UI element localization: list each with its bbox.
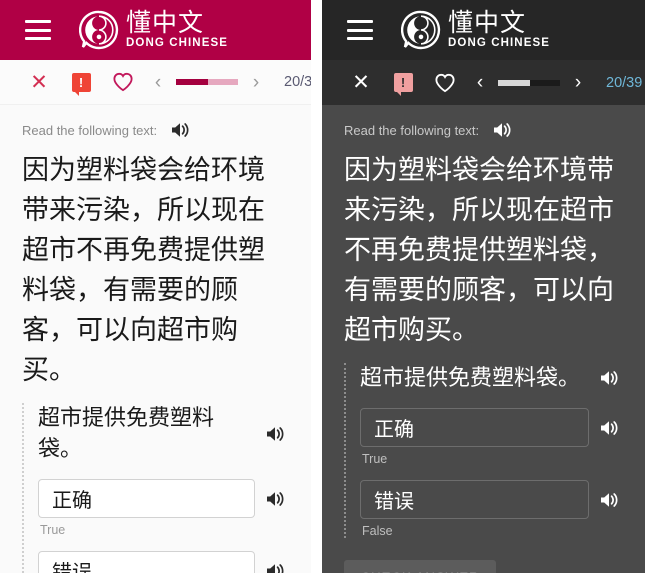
brand-logo-group[interactable]: 懂中文 DONG CHINESE [79, 10, 228, 50]
dual-theme-comparison: 懂中文 DONG CHINESE ✕ ! ‹ › 20/3 Read the f… [0, 0, 645, 573]
speaker-icon-option-false[interactable] [265, 562, 285, 573]
answer-option-false-button[interactable]: 错误 [360, 480, 589, 519]
answer-option-false-button[interactable]: 错误 [38, 551, 255, 573]
hamburger-menu-icon[interactable] [25, 20, 51, 40]
answer-option-true-button[interactable]: 正确 [38, 479, 255, 519]
close-icon: ✕ [30, 70, 48, 94]
close-button[interactable]: ✕ [340, 60, 382, 105]
speaker-icon-question[interactable] [599, 369, 619, 387]
heart-icon [113, 72, 133, 92]
brand-name-en: DONG CHINESE [448, 37, 551, 50]
app-header-dark: 懂中文 DONG CHINESE [322, 0, 645, 60]
close-button[interactable]: ✕ [18, 60, 60, 105]
answer-option-true-button[interactable]: 正确 [360, 408, 589, 447]
report-bubble-icon: ! [71, 72, 91, 96]
prompt-label: Read the following text: [22, 122, 158, 138]
favorite-button[interactable] [102, 60, 144, 105]
answer-option-false-label: 错误 [374, 489, 414, 513]
yin-yang-speech-bubble-icon [401, 10, 441, 50]
question-text: 超市提供免费塑料袋。 [360, 365, 581, 391]
progress-track [207, 79, 238, 85]
exercise-body-dark: Read the following text: 因为塑料袋会给环境带来污染，所… [322, 105, 645, 573]
speaker-icon-question[interactable] [265, 425, 285, 443]
prompt-row: Read the following text: [322, 105, 645, 139]
speaker-icon-option-false[interactable] [599, 491, 619, 509]
answer-option-true: 正确 True [360, 408, 645, 466]
question-block: 超市提供免费塑料袋。 正确 [344, 362, 645, 538]
next-question-button[interactable]: › [564, 73, 592, 92]
answer-option-false-translation: False [362, 524, 393, 538]
prompt-row: Read the following text: [0, 105, 311, 139]
question-counter: 20/39 [284, 74, 311, 90]
question-counter: 20/39 [606, 74, 643, 91]
report-issue-button[interactable]: ! [382, 60, 424, 105]
progress-bar[interactable] [176, 79, 238, 85]
favorite-button[interactable] [424, 60, 466, 105]
answer-option-true-label: 正确 [374, 417, 414, 441]
dark-theme-panel: 懂中文 DONG CHINESE ✕ ! ‹ › 20/39 Read the … [322, 0, 645, 573]
answer-option-false: 错误 False [360, 480, 645, 538]
report-bubble-icon: ! [393, 73, 413, 96]
speaker-icon-passage[interactable] [492, 121, 512, 139]
answer-option-false-label: 错误 [52, 560, 92, 573]
app-header-light: 懂中文 DONG CHINESE [0, 0, 311, 60]
answer-option-true-label: 正确 [52, 488, 92, 513]
exercise-toolbar-dark: ✕ ! ‹ › 20/39 [322, 60, 645, 105]
passage-text: 因为塑料袋会给环境带来污染，所以现在超市不再免费提供塑料袋，有需要的顾客，可以向… [344, 155, 614, 346]
yin-yang-speech-bubble-icon [79, 10, 119, 50]
brand-name-cn: 懂中文 [448, 8, 527, 38]
next-question-button[interactable]: › [242, 73, 270, 92]
brand-name-cn: 懂中文 [126, 8, 205, 38]
report-issue-button[interactable]: ! [60, 60, 102, 105]
passage-text: 因为塑料袋会给环境带来污染，所以现在超市不再免费提供塑料袋，有需要的顾客，可以向… [22, 155, 265, 386]
brand-logo-group[interactable]: 懂中文 DONG CHINESE [401, 10, 550, 50]
question-row: 超市提供免费塑料袋。 [360, 363, 645, 394]
progress-fill [176, 79, 208, 85]
heart-icon [435, 73, 455, 92]
answer-option-true-translation: True [362, 452, 388, 466]
question-block: 超市提供免费塑料袋。 正确 [22, 402, 311, 573]
progress-bar[interactable] [498, 79, 560, 86]
question-row: 超市提供免费塑料袋。 [38, 403, 311, 465]
prompt-label: Read the following text: [344, 122, 480, 138]
answer-option-true-translation: True [40, 523, 66, 538]
exercise-body-light: Read the following text: 因为塑料袋会给环境带来污染，所… [0, 105, 311, 573]
speaker-icon-option-true[interactable] [265, 490, 285, 508]
check-answer-button[interactable]: CHECK ANSWER [344, 560, 496, 573]
close-icon: ✕ [352, 71, 370, 94]
brand-name-en: DONG CHINESE [126, 37, 229, 50]
hamburger-menu-icon[interactable] [347, 20, 373, 40]
exercise-toolbar-light: ✕ ! ‹ › 20/39 [0, 60, 311, 105]
progress-track [529, 79, 560, 86]
question-text: 超市提供免费塑料袋。 [38, 405, 215, 462]
prev-question-button[interactable]: ‹ [144, 73, 172, 92]
prev-question-button[interactable]: ‹ [466, 73, 494, 92]
answer-option-false: 错误 False [38, 551, 311, 573]
speaker-icon-option-true[interactable] [599, 419, 619, 437]
progress-fill [498, 79, 530, 86]
answer-option-true: 正确 True [38, 479, 311, 537]
speaker-icon-passage[interactable] [170, 121, 190, 139]
light-theme-panel: 懂中文 DONG CHINESE ✕ ! ‹ › 20/3 Read the f… [0, 0, 311, 573]
panel-divider [311, 0, 322, 573]
